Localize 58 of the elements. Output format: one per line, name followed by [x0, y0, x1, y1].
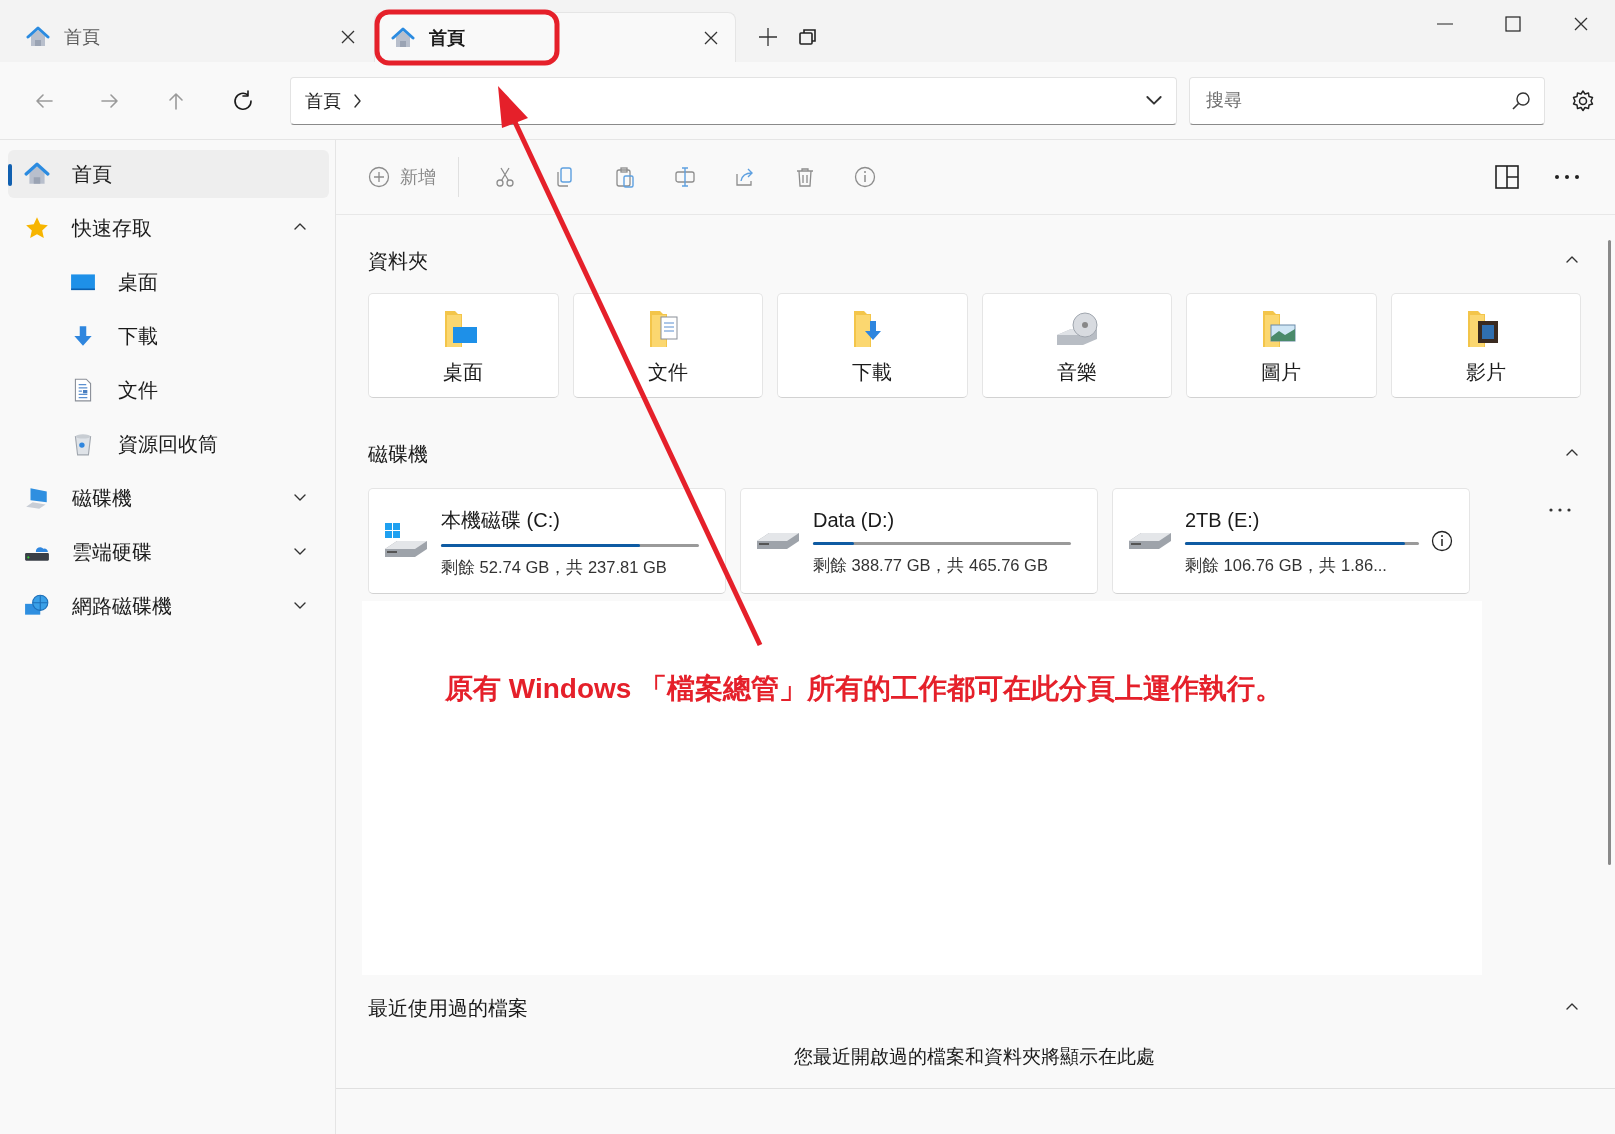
section-title: 最近使用過的檔案 — [368, 995, 529, 1021]
folder-card[interactable]: 音樂 — [981, 293, 1172, 398]
scrollbar[interactable] — [1608, 240, 1611, 865]
info-icon[interactable] — [1431, 530, 1453, 552]
tab[interactable]: 首頁 — [374, 12, 736, 62]
folder-card[interactable]: 影片 — [1390, 293, 1581, 398]
close-icon[interactable] — [340, 29, 356, 45]
close-icon[interactable] — [703, 29, 719, 46]
home-icon — [24, 161, 50, 187]
drive-space: 剩餘 388.77 GB，共 465.76 GB — [813, 555, 1049, 576]
sidebar-item[interactable]: 桌面 — [54, 258, 329, 306]
drive-name: Data (D:) — [813, 509, 896, 532]
sidebar-item[interactable]: 文件 — [54, 366, 329, 414]
add-circle-icon — [368, 166, 390, 188]
drive-name: 2TB (E:) — [1185, 509, 1261, 532]
star-icon — [24, 215, 50, 241]
sidebar-item[interactable]: 快速存取 — [8, 204, 329, 252]
tabs-icon[interactable] — [798, 27, 818, 47]
sidebar-item[interactable]: 磁碟機 — [8, 474, 329, 522]
more-icon[interactable] — [1554, 174, 1580, 180]
breadcrumb[interactable]: 首頁 — [305, 88, 341, 113]
drive-space: 剩餘 106.76 GB，共 1.86... — [1185, 555, 1388, 576]
selection-indicator — [8, 164, 12, 186]
section-title: 資料夾 — [368, 248, 429, 274]
drive-card[interactable]: Data (D:) 剩餘 388.77 GB，共 465.76 GB — [740, 488, 1098, 594]
drive-name: 本機磁碟 (C:) — [441, 508, 561, 533]
folder-card[interactable]: 文件 — [572, 293, 763, 398]
settings-icon[interactable] — [1571, 88, 1595, 113]
drive-card[interactable]: 本機磁碟 (C:) 剩餘 52.74 GB，共 237.81 GB — [368, 488, 726, 594]
computer-icon — [24, 485, 50, 511]
paste-icon[interactable] — [614, 166, 636, 188]
sidebar-item[interactable]: 下載 — [54, 312, 329, 360]
layout-icon[interactable] — [1494, 164, 1520, 190]
new-tab-icon[interactable] — [758, 27, 778, 47]
drive-space: 剩餘 52.74 GB，共 237.81 GB — [441, 557, 668, 578]
drive-card[interactable]: 2TB (E:) 剩餘 106.76 GB，共 1.86... — [1112, 488, 1470, 594]
folder-card[interactable]: 桌面 — [368, 293, 559, 398]
search-icon[interactable] — [1511, 90, 1531, 111]
search-field[interactable]: 搜尋 — [1189, 76, 1545, 125]
address-bar[interactable]: 首頁 — [290, 76, 1177, 125]
home-icon — [391, 25, 415, 50]
section-title: 磁碟機 — [368, 441, 429, 467]
scissors-icon[interactable] — [494, 166, 516, 188]
trash-icon[interactable] — [794, 166, 816, 188]
empty-message: 您最近開啟過的檔案和資料夾將顯示在此處 — [794, 1046, 1155, 1067]
home-icon — [26, 25, 50, 49]
refresh-icon[interactable] — [231, 89, 253, 112]
sidebar-item[interactable]: 雲端硬碟 — [8, 528, 329, 576]
rename-icon[interactable] — [674, 166, 696, 188]
sidebar-item[interactable]: 網路磁碟機 — [8, 582, 329, 630]
tab[interactable]: 首頁 — [10, 12, 372, 62]
sidebar-item[interactable]: 首頁 — [8, 150, 329, 198]
maximize-icon[interactable] — [1505, 16, 1521, 32]
folder-card[interactable]: 圖片 — [1186, 293, 1377, 398]
annotation-text: 原有 Windows 「檔案總管」所有的工作都可在此分頁上運作執行。 — [445, 672, 1284, 706]
sidebar-item[interactable]: 資源回收筒 — [54, 420, 329, 468]
close-icon[interactable] — [1573, 16, 1589, 32]
folder-card[interactable]: 下載 — [777, 293, 968, 398]
